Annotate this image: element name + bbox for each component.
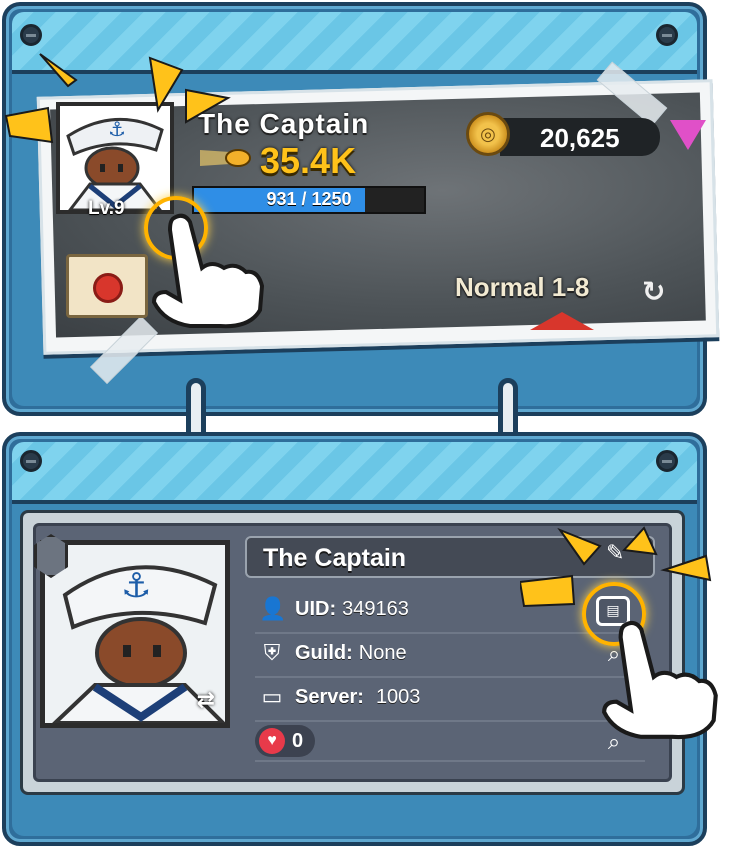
- screw-icon: [20, 450, 42, 472]
- likes-count: 0: [292, 730, 304, 752]
- screw-icon: [656, 450, 678, 472]
- screw-icon: [656, 24, 678, 46]
- gem-icon[interactable]: [670, 120, 706, 150]
- uid-label: UID:: [295, 598, 337, 620]
- uid-text: UID: 349163: [295, 598, 409, 621]
- board-header-stripe: [12, 442, 697, 504]
- heart-icon[interactable]: ♥: [259, 728, 285, 754]
- pointing-hand-icon: [151, 213, 265, 329]
- gold-coin-icon: ◎: [466, 112, 510, 156]
- boss-marker-icon: [530, 312, 594, 330]
- likes-row-divider: [255, 760, 645, 762]
- tutorial-rays-icon: [4, 53, 231, 144]
- user-icon: 👤: [259, 596, 287, 621]
- uid-value: 349163: [342, 598, 409, 620]
- gold-amount: 20,625: [540, 123, 620, 153]
- pointing-hand-icon: [602, 620, 718, 740]
- guild-value: None: [358, 642, 407, 664]
- guild-label: Guild:: [295, 642, 353, 664]
- profile-avatar[interactable]: ⚓ ⇄: [40, 540, 230, 728]
- guild-row: ⛨ Guild: None: [255, 634, 645, 678]
- server-row: ▭ Server: 1003: [255, 678, 645, 722]
- server-text: Server: 1003: [295, 686, 420, 709]
- guild-shield-icon: ⛨: [263, 640, 281, 665]
- mail-envelope-icon[interactable]: [66, 254, 148, 318]
- tutorial-rays-icon: [520, 526, 712, 608]
- profile-player-name: The Captain: [263, 544, 407, 572]
- svg-text:⚓: ⚓: [121, 566, 151, 606]
- combat-power: 35.4K: [260, 140, 357, 181]
- refresh-icon[interactable]: ↻: [642, 275, 665, 308]
- xp-text: 931 / 1250: [266, 189, 352, 209]
- swap-avatar-icon[interactable]: ⇄: [197, 687, 215, 713]
- server-label: Server:: [295, 686, 364, 708]
- guild-text: Guild: None: [295, 642, 407, 665]
- server-value: 1003: [375, 686, 421, 708]
- stage-label[interactable]: Normal 1-8: [455, 272, 589, 303]
- player-level: Lv.9: [88, 198, 125, 219]
- monitor-icon: ▭: [261, 684, 283, 709]
